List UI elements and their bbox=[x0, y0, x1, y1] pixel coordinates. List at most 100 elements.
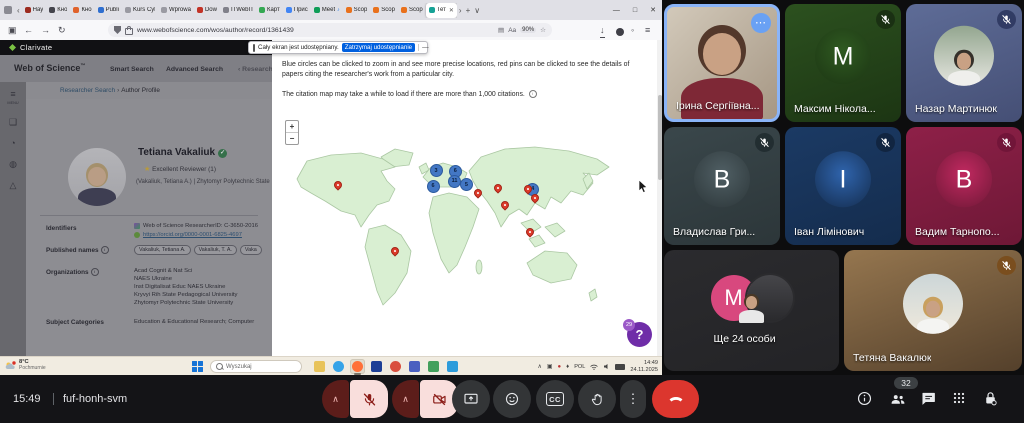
sidebar-toggle-icon[interactable]: ▣ bbox=[8, 23, 17, 37]
tray-clock[interactable]: 14:49 24.11.2025 bbox=[630, 360, 658, 374]
pinned-tab-icon[interactable] bbox=[4, 6, 12, 14]
zoom-out-button[interactable]: − bbox=[286, 132, 298, 144]
forward-button[interactable]: → bbox=[41, 23, 50, 37]
taskbar-app-explorer[interactable] bbox=[312, 359, 327, 374]
map-pin-marker[interactable] bbox=[332, 180, 343, 191]
bookmark-star-icon[interactable]: ☆ bbox=[540, 26, 546, 34]
info-icon[interactable]: i bbox=[529, 90, 537, 98]
tab-close-icon[interactable]: ✕ bbox=[449, 7, 454, 14]
url-bar[interactable]: www.webofscience.com/wos/author/record/1… bbox=[108, 23, 552, 37]
taskbar-app-teams[interactable] bbox=[407, 359, 422, 374]
chat-button[interactable] bbox=[920, 390, 938, 408]
mic-options-chevron[interactable]: ∧ bbox=[322, 380, 349, 418]
minimize-button[interactable]: — bbox=[613, 7, 620, 14]
tray-mic-icon[interactable]: ♦ bbox=[566, 364, 569, 370]
reload-button[interactable]: ↻ bbox=[58, 23, 66, 37]
downloads-button[interactable]: ↓ bbox=[600, 23, 605, 38]
browser-tab[interactable]: Meet♪ bbox=[311, 3, 343, 18]
map-pin-marker[interactable] bbox=[524, 226, 535, 237]
captions-button[interactable]: CC bbox=[536, 380, 574, 418]
tile-menu-button[interactable]: ⋯ bbox=[751, 13, 771, 33]
browser-tab[interactable]: ITWebIT_ bbox=[220, 3, 256, 18]
page-scrollbar[interactable] bbox=[657, 40, 662, 356]
new-tab-button[interactable]: + bbox=[466, 6, 471, 15]
stop-sharing-button[interactable]: Zatrzymaj udostępnianie bbox=[342, 43, 415, 52]
participant-tile[interactable]: ⋯Ірина Сергіївна... bbox=[664, 4, 780, 122]
bell-icon[interactable]: △ bbox=[10, 181, 17, 189]
tray-expand-icon[interactable]: ∧ bbox=[537, 363, 541, 370]
browser-tab[interactable]: Wprowad bbox=[158, 3, 194, 18]
world-map[interactable]: 3611564 bbox=[283, 115, 653, 350]
people-button[interactable] bbox=[889, 390, 907, 408]
language-indicator[interactable]: POL bbox=[574, 364, 585, 370]
participant-tile[interactable]: Назар Мартинюк bbox=[906, 4, 1022, 122]
wifi-icon[interactable] bbox=[590, 364, 598, 370]
end-call-button[interactable] bbox=[652, 380, 699, 418]
tray-app-icon[interactable]: ▣ bbox=[547, 363, 553, 370]
zoom-level-chip[interactable]: 90% bbox=[520, 27, 536, 33]
translate-icon[interactable]: Aа bbox=[508, 27, 516, 34]
nav-smart-search[interactable]: Smart Search bbox=[110, 66, 154, 73]
participant-tile[interactable]: MЩе 24 особи bbox=[664, 250, 839, 371]
tab-overview-icon[interactable]: ∨ bbox=[474, 6, 480, 15]
tray-badge-icon[interactable]: ● bbox=[558, 364, 562, 370]
taskbar-app-vscode[interactable] bbox=[445, 359, 460, 374]
menu-button[interactable]: ≡ bbox=[645, 23, 650, 37]
participant-tile[interactable]: ВВадим Тарнопо... bbox=[906, 127, 1022, 245]
participant-tile[interactable]: ММаксим Нікола... bbox=[785, 4, 901, 122]
host-controls-button[interactable] bbox=[982, 390, 1000, 408]
browser-tab[interactable]: Scop bbox=[370, 3, 398, 18]
map-cluster-marker[interactable]: 11 bbox=[448, 175, 461, 188]
browser-tab[interactable]: Publi bbox=[95, 3, 122, 18]
map-cluster-marker[interactable]: 6 bbox=[427, 180, 440, 193]
menu-icon[interactable]: ≡ bbox=[10, 90, 15, 98]
reader-mode-icon[interactable]: ▤ bbox=[498, 26, 504, 34]
browser-tab[interactable]: Прис bbox=[283, 3, 311, 18]
weather-widget[interactable]: 8°C Pochmurnie bbox=[5, 359, 46, 371]
tab-scroll-left-icon[interactable]: ‹ bbox=[17, 6, 20, 15]
taskbar-app-firefox[interactable] bbox=[350, 359, 365, 374]
browser-tab[interactable]: Кно bbox=[70, 3, 94, 18]
tracking-shield-icon[interactable] bbox=[114, 26, 121, 34]
taskbar-search[interactable]: Wyszukaj bbox=[210, 360, 302, 373]
map-pin-marker[interactable] bbox=[390, 245, 401, 256]
identifier-value[interactable]: https://orcid.org/0000-0001-6825-4697 bbox=[143, 232, 242, 238]
present-screen-button[interactable] bbox=[452, 380, 490, 418]
browser-tab[interactable]: Карт bbox=[256, 3, 283, 18]
taskbar-app-app-dark[interactable] bbox=[369, 359, 384, 374]
raise-hand-button[interactable] bbox=[578, 380, 616, 418]
taskbar-app-chrome[interactable] bbox=[388, 359, 403, 374]
map-pin-marker[interactable] bbox=[493, 183, 504, 194]
map-pin-marker[interactable] bbox=[499, 199, 510, 210]
participant-tile[interactable]: ВВладислав Гри... bbox=[664, 127, 780, 245]
maximize-button[interactable]: □ bbox=[633, 7, 637, 14]
back-button[interactable]: ← bbox=[24, 23, 33, 37]
camera-options-chevron[interactable]: ∧ bbox=[392, 380, 419, 418]
browser-tab[interactable]: Kurs Cyb bbox=[122, 3, 158, 18]
map-pin-marker[interactable] bbox=[472, 188, 483, 199]
volume-icon[interactable] bbox=[603, 363, 610, 370]
taskbar-app-app-green[interactable] bbox=[426, 359, 441, 374]
globe-icon[interactable]: ◍ bbox=[9, 160, 17, 168]
pages-icon[interactable]: ❑ bbox=[9, 118, 17, 126]
history-icon[interactable]: ◔ bbox=[10, 139, 15, 147]
participant-tile[interactable]: ІІван Лімінович bbox=[785, 127, 901, 245]
reactions-button[interactable] bbox=[493, 380, 531, 418]
taskbar-app-edge[interactable] bbox=[331, 359, 346, 374]
scrollbar-thumb[interactable] bbox=[658, 95, 662, 180]
browser-tab[interactable]: Scop bbox=[398, 3, 426, 18]
zoom-in-button[interactable]: + bbox=[286, 121, 298, 132]
tab-scroll-right-icon[interactable]: › bbox=[459, 6, 462, 15]
participant-tile[interactable]: Тетяна Вакалюк bbox=[844, 250, 1022, 371]
nav-advanced-search[interactable]: Advanced Search bbox=[166, 66, 223, 73]
help-button[interactable]: ? 29 bbox=[627, 322, 652, 347]
browser-tab[interactable]: Тет✕ bbox=[426, 3, 457, 18]
activities-button[interactable] bbox=[951, 390, 969, 408]
published-name-chip[interactable]: Vaka bbox=[240, 245, 262, 255]
battery-icon[interactable] bbox=[615, 364, 625, 370]
published-name-chip[interactable]: Vakaliuk, Tetiana A. bbox=[134, 245, 191, 255]
browser-tab[interactable]: Dow bbox=[194, 3, 220, 18]
extension-badge-icon[interactable] bbox=[616, 26, 624, 40]
account-icon[interactable]: ◦ bbox=[631, 23, 634, 37]
browser-tab[interactable]: Нау bbox=[22, 3, 47, 18]
